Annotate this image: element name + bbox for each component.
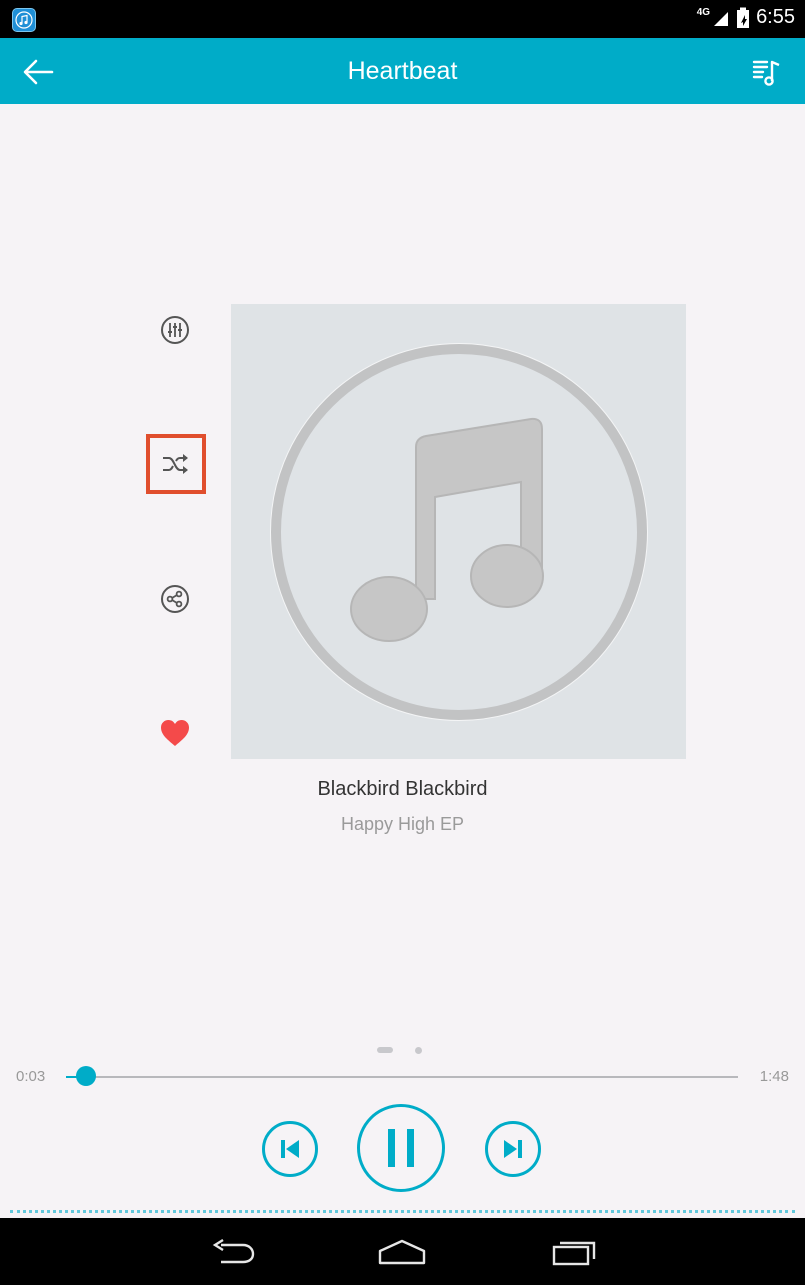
- skip-previous-icon: [281, 1140, 299, 1158]
- track-title: Blackbird Blackbird: [317, 778, 488, 800]
- signal-icon: [714, 11, 729, 26]
- nav-recents-button[interactable]: [544, 1232, 604, 1272]
- share-icon: [161, 585, 189, 613]
- battery-icon: [737, 7, 750, 28]
- app-bar: Heartbeat: [0, 38, 805, 104]
- music-note-icon: [270, 343, 648, 721]
- nav-recents-icon: [552, 1241, 596, 1266]
- skip-next-icon: [504, 1140, 522, 1158]
- next-track-button[interactable]: [485, 1121, 541, 1177]
- equalizer-button[interactable]: [155, 310, 195, 350]
- share-button[interactable]: [155, 579, 195, 619]
- pause-button[interactable]: [357, 1104, 445, 1192]
- heart-icon: [161, 720, 189, 746]
- system-nav-bar: [0, 1218, 805, 1285]
- playlist-music-icon: [752, 60, 780, 86]
- shuffle-button[interactable]: [146, 434, 206, 494]
- music-app-icon: [12, 8, 36, 32]
- nav-home-icon: [378, 1239, 426, 1265]
- equalizer-icon: [161, 316, 189, 344]
- pager-indicator-active: [377, 1047, 393, 1053]
- status-bar: 4G 6:55: [0, 0, 805, 38]
- page-title: Heartbeat: [347, 57, 458, 85]
- playlist-button[interactable]: [747, 52, 787, 92]
- previous-track-button[interactable]: [262, 1121, 318, 1177]
- pager-indicator: [415, 1047, 422, 1054]
- shuffle-icon: [163, 454, 188, 474]
- total-time: 1:48: [759, 1068, 789, 1085]
- back-button[interactable]: [18, 52, 58, 92]
- nav-back-button[interactable]: [202, 1232, 262, 1272]
- seek-thumb[interactable]: [76, 1066, 97, 1086]
- favorite-button[interactable]: [155, 713, 195, 753]
- clock: 6:55: [756, 6, 795, 28]
- elapsed-time: 0:03: [16, 1068, 46, 1085]
- nav-back-icon: [212, 1238, 255, 1264]
- mini-progress-divider: [10, 1210, 795, 1213]
- nav-home-button[interactable]: [372, 1232, 432, 1272]
- album-art: [231, 304, 686, 759]
- pause-icon: [388, 1129, 414, 1167]
- arrow-back-icon: [23, 59, 54, 85]
- track-album: Happy High EP: [340, 814, 465, 834]
- seek-bar[interactable]: [66, 1076, 738, 1078]
- network-type: 4G: [696, 7, 711, 18]
